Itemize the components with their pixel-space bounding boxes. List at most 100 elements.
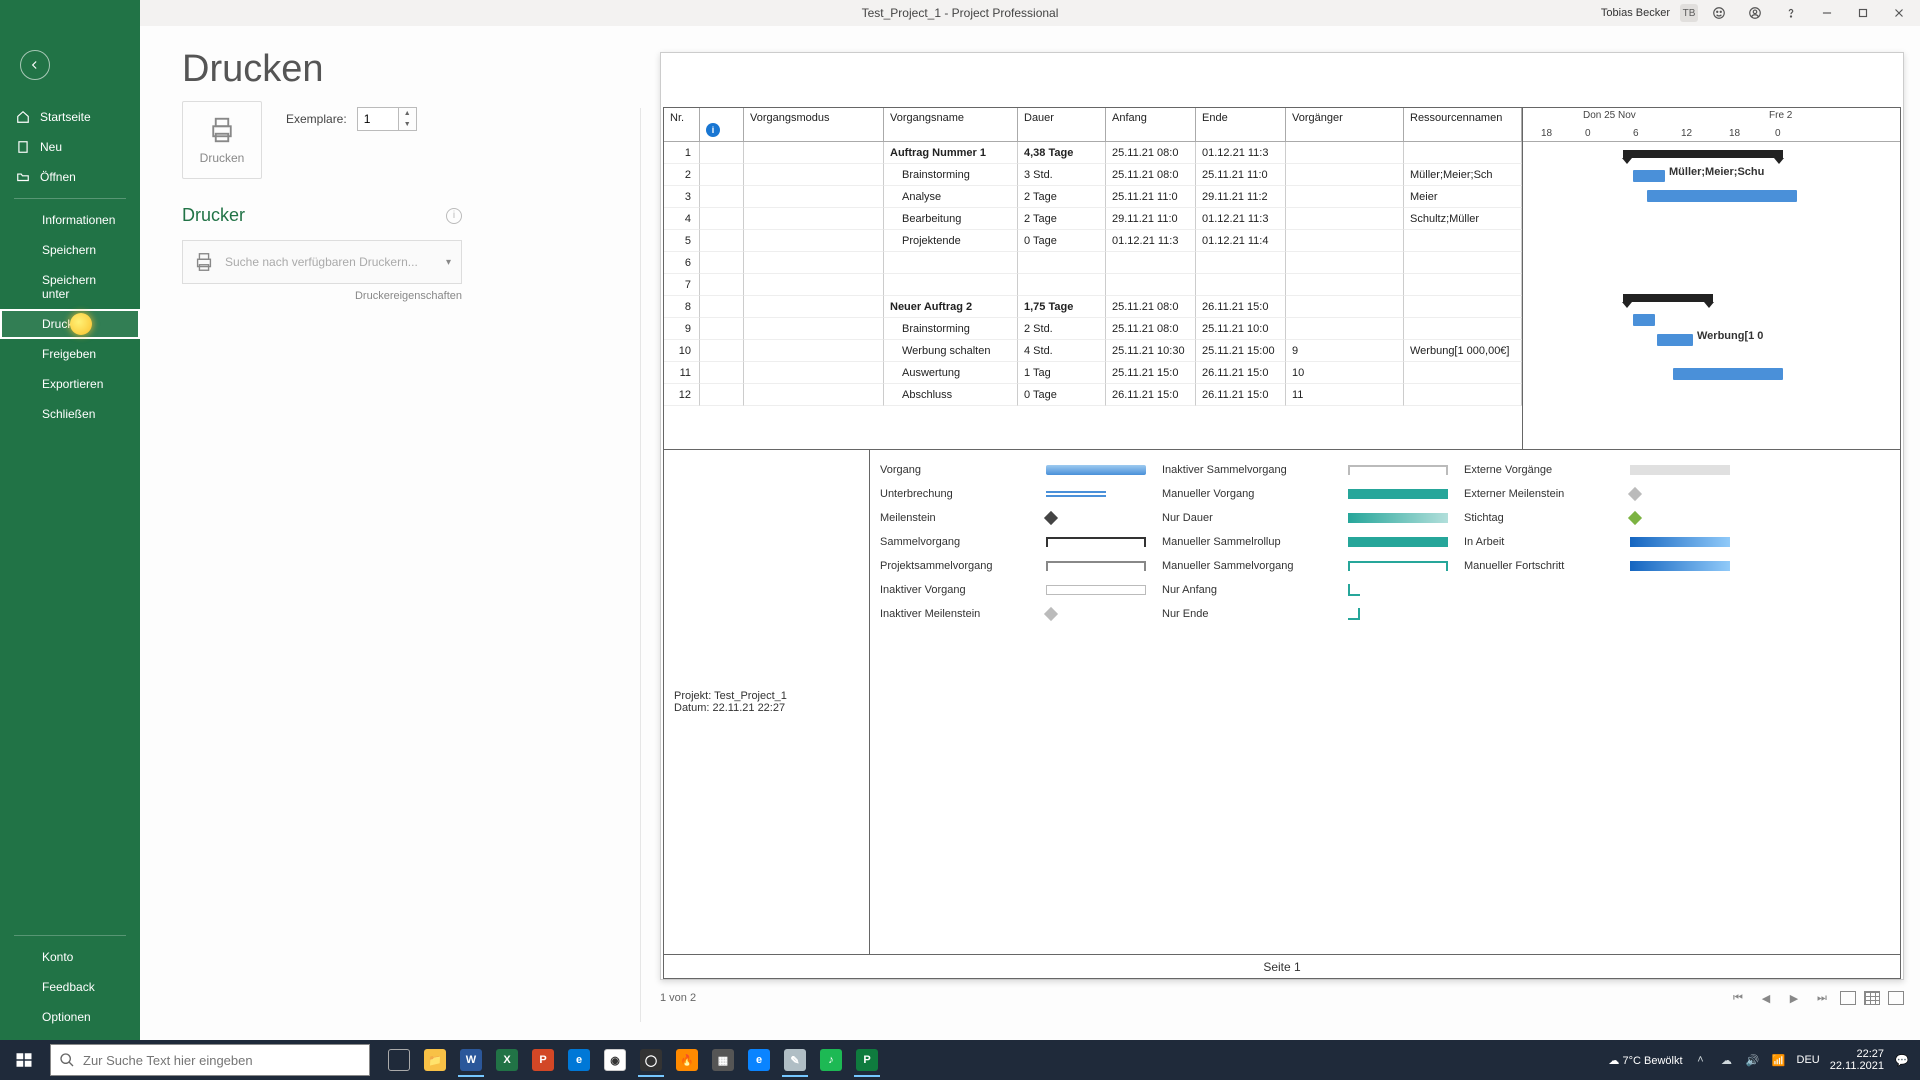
- language-indicator[interactable]: DEU: [1797, 1054, 1820, 1066]
- user-initials[interactable]: TB: [1680, 4, 1698, 22]
- sidebar-item-label: Freigeben: [42, 347, 96, 361]
- legend-label: Manueller Vorgang: [1162, 482, 1342, 506]
- table-cell: [700, 340, 744, 362]
- legend-label: Nur Anfang: [1162, 578, 1342, 602]
- edge-app[interactable]: e: [742, 1043, 776, 1077]
- multi-page-view-button[interactable]: [1864, 991, 1880, 1005]
- first-page-button[interactable]: ⏮: [1728, 989, 1748, 1007]
- zoom-page-button[interactable]: [1888, 991, 1904, 1005]
- table-cell: 01.12.21 11:3: [1196, 142, 1286, 164]
- table-cell: 8: [664, 296, 700, 318]
- table-cell: [1404, 296, 1522, 318]
- back-button[interactable]: [20, 50, 50, 80]
- legend-swatch: [1628, 511, 1642, 525]
- weather-widget[interactable]: ☁ 7°C Bewölkt: [1608, 1054, 1682, 1067]
- table-cell: Brainstorming: [884, 318, 1018, 340]
- notepad-app[interactable]: ✎: [778, 1043, 812, 1077]
- help-icon[interactable]: [1776, 0, 1806, 26]
- gantt-bar-label: Müller;Meier;Schu: [1669, 166, 1764, 178]
- taskbar-search[interactable]: [50, 1044, 370, 1076]
- table-cell: [1286, 142, 1404, 164]
- table-cell: [1286, 208, 1404, 230]
- copies-stepper[interactable]: ▲ ▼: [357, 107, 417, 131]
- app-generic[interactable]: ▦: [706, 1043, 740, 1077]
- printer-dropdown[interactable]: Suche nach verfügbaren Druckern... ▾: [182, 240, 462, 284]
- sidebar-item-label: Startseite: [40, 110, 91, 124]
- close-button[interactable]: [1884, 0, 1914, 26]
- copies-input[interactable]: [358, 108, 398, 130]
- copies-up[interactable]: ▲: [399, 108, 416, 119]
- sidebar-item-schliessen[interactable]: Schließen: [0, 399, 140, 429]
- sidebar-item-optionen[interactable]: Optionen: [0, 1002, 140, 1032]
- single-page-view-button[interactable]: [1840, 991, 1856, 1005]
- printer-placeholder: Suche nach verfügbaren Druckern...: [225, 255, 436, 269]
- tray-chevron-icon[interactable]: ˄: [1693, 1052, 1709, 1068]
- sidebar-item-speichern[interactable]: Speichern: [0, 235, 140, 265]
- windows-icon: [15, 1051, 33, 1069]
- wifi-icon[interactable]: 📶: [1771, 1052, 1787, 1068]
- maximize-button[interactable]: [1848, 0, 1878, 26]
- table-cell: Meier: [1404, 186, 1522, 208]
- sidebar-item-neu[interactable]: Neu: [0, 132, 140, 162]
- legend-swatch: [1348, 537, 1448, 547]
- page-footer: Seite 1: [664, 954, 1900, 978]
- taskbar-search-input[interactable]: [83, 1053, 361, 1068]
- legend-label: Unterbrechung: [880, 482, 1040, 506]
- table-cell: [884, 252, 1018, 274]
- table-cell: [744, 384, 884, 406]
- project-app[interactable]: P: [850, 1043, 884, 1077]
- sidebar-item-informationen[interactable]: Informationen: [0, 205, 140, 235]
- obs-app[interactable]: ◯: [634, 1043, 668, 1077]
- notifications-icon[interactable]: 💬: [1894, 1052, 1910, 1068]
- smiley-icon[interactable]: [1704, 0, 1734, 26]
- legend-label: Manueller Sammelrollup: [1162, 530, 1342, 554]
- printer-properties-link[interactable]: Druckereigenschaften: [182, 290, 462, 302]
- cursor-highlight-icon: [70, 313, 92, 335]
- sidebar-item-exportieren[interactable]: Exportieren: [0, 369, 140, 399]
- excel-app[interactable]: X: [490, 1043, 524, 1077]
- prev-page-button[interactable]: ◀: [1756, 989, 1776, 1007]
- print-button[interactable]: Drucken: [182, 101, 262, 179]
- table-cell: [744, 296, 884, 318]
- minimize-button[interactable]: [1812, 0, 1842, 26]
- table-cell: Analyse: [884, 186, 1018, 208]
- last-page-button[interactable]: ⏭: [1812, 989, 1832, 1007]
- spotify-app[interactable]: ♪: [814, 1043, 848, 1077]
- sidebar-item-feedback[interactable]: Feedback: [0, 972, 140, 1002]
- table-cell: 26.11.21 15:0: [1196, 362, 1286, 384]
- sidebar-item-startseite[interactable]: Startseite: [0, 102, 140, 132]
- onedrive-icon[interactable]: ☁: [1719, 1052, 1735, 1068]
- chrome-app[interactable]: ◉: [598, 1043, 632, 1077]
- info-icon[interactable]: i: [446, 208, 462, 224]
- sidebar-item-freigeben[interactable]: Freigeben: [0, 339, 140, 369]
- app-orange[interactable]: 🔥: [670, 1043, 704, 1077]
- edge-legacy-app[interactable]: e: [562, 1043, 596, 1077]
- user-name[interactable]: Tobias Becker: [1601, 7, 1670, 19]
- table-cell: [700, 274, 744, 296]
- sidebar-item-konto[interactable]: Konto: [0, 942, 140, 972]
- copies-label: Exemplare:: [286, 112, 347, 126]
- sidebar-item-speichern-unter[interactable]: Speichern unter: [0, 265, 140, 309]
- volume-icon[interactable]: 🔊: [1745, 1052, 1761, 1068]
- sidebar-item-drucken[interactable]: Drucken: [0, 309, 140, 339]
- explorer-app[interactable]: 📁: [418, 1043, 452, 1077]
- titlebar: Test_Project_1 - Project Professional To…: [0, 0, 1920, 26]
- table-cell: [1404, 230, 1522, 252]
- copies-down[interactable]: ▼: [399, 119, 416, 130]
- account-icon[interactable]: [1740, 0, 1770, 26]
- next-page-button[interactable]: ▶: [1784, 989, 1804, 1007]
- gantt-bar: [1633, 170, 1665, 182]
- print-preview: Nr.iVorgangsmodusVorgangsnameDauerAnfang…: [660, 52, 1904, 1010]
- word-app[interactable]: W: [454, 1043, 488, 1077]
- chevron-down-icon: ▾: [446, 257, 451, 268]
- start-button[interactable]: [0, 1040, 48, 1080]
- table-cell: [700, 318, 744, 340]
- gantt-bar: [1647, 190, 1797, 202]
- taskview-button[interactable]: [382, 1043, 416, 1077]
- gantt-tick: 6: [1633, 128, 1639, 139]
- legend-swatch: [1046, 465, 1146, 475]
- table-cell: 01.12.21 11:3: [1106, 230, 1196, 252]
- taskbar-clock[interactable]: 22:27 22.11.2021: [1830, 1048, 1884, 1072]
- sidebar-item-oeffnen[interactable]: Öffnen: [0, 162, 140, 192]
- powerpoint-app[interactable]: P: [526, 1043, 560, 1077]
